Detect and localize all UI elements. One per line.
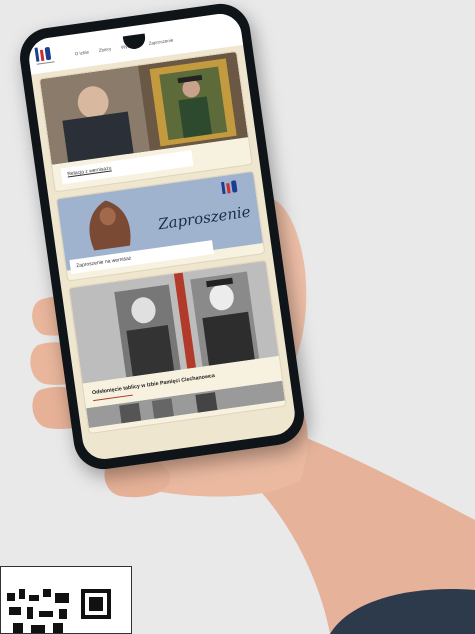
nav-item-about[interactable]: O Izbie	[74, 49, 89, 56]
invitation-card[interactable]: Zaproszenie Zaproszenie na wernisaż	[56, 171, 265, 281]
qr-code[interactable]	[0, 566, 132, 634]
site-logo[interactable]	[33, 40, 62, 69]
phone-screen: O Izbie Zbiory Wystawy Zaproszenie	[26, 11, 298, 462]
logo-icon	[34, 47, 55, 65]
news-card[interactable]: Odsłonięcie tablicy w Izbie Pamięci Ciec…	[69, 260, 286, 433]
qr-code-icon	[7, 589, 111, 633]
logo-small-icon	[221, 180, 238, 195]
nav-item-invitation[interactable]: Zaproszenie	[148, 37, 173, 45]
invitation-title: Zaproszenie	[157, 202, 252, 234]
page-content: Relacja z wernisażu Zaproszenie Zaprosze…	[31, 45, 295, 448]
news-card[interactable]: Relacja z wernisażu	[39, 51, 252, 192]
nav-item-collections[interactable]: Zbiory	[98, 46, 111, 53]
